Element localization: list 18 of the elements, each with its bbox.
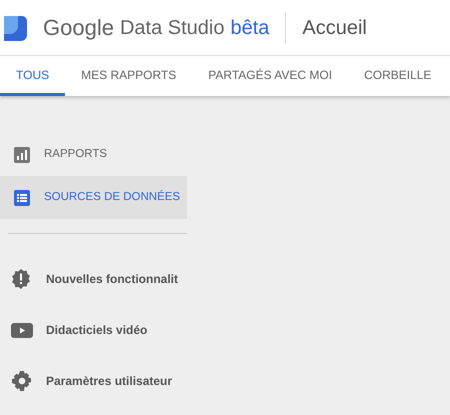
sidebar-item[interactable]: RAPPORTS	[0, 133, 187, 176]
page-title: Accueil	[302, 16, 367, 40]
settings-icon[interactable]	[11, 370, 33, 392]
tab[interactable]: TOUS	[0, 56, 66, 96]
product-name: Data Studio	[120, 16, 224, 40]
sidebar-item[interactable]: SOURCES DE DONNÉES	[0, 176, 187, 219]
list-icon	[13, 188, 31, 206]
sidebar-link[interactable]: Nouvelles fonctionnalit	[46, 270, 178, 288]
tab[interactable]: MES RAPPORTS	[65, 56, 192, 96]
bar-chart-icon	[13, 146, 31, 164]
sidebar-link[interactable]: Paramètres utilisateur	[46, 372, 172, 390]
alert-icon[interactable]	[11, 268, 33, 290]
beta-label: bêta	[230, 16, 270, 40]
sidebar-link[interactable]: Didacticiels vidéo	[46, 320, 148, 338]
tab[interactable]: CORBEILLE	[348, 56, 448, 96]
tab[interactable]: PARTAGÉS AVEC MOI	[192, 56, 348, 96]
brand-name: Google	[43, 14, 114, 42]
logo-icon	[2, 14, 28, 42]
